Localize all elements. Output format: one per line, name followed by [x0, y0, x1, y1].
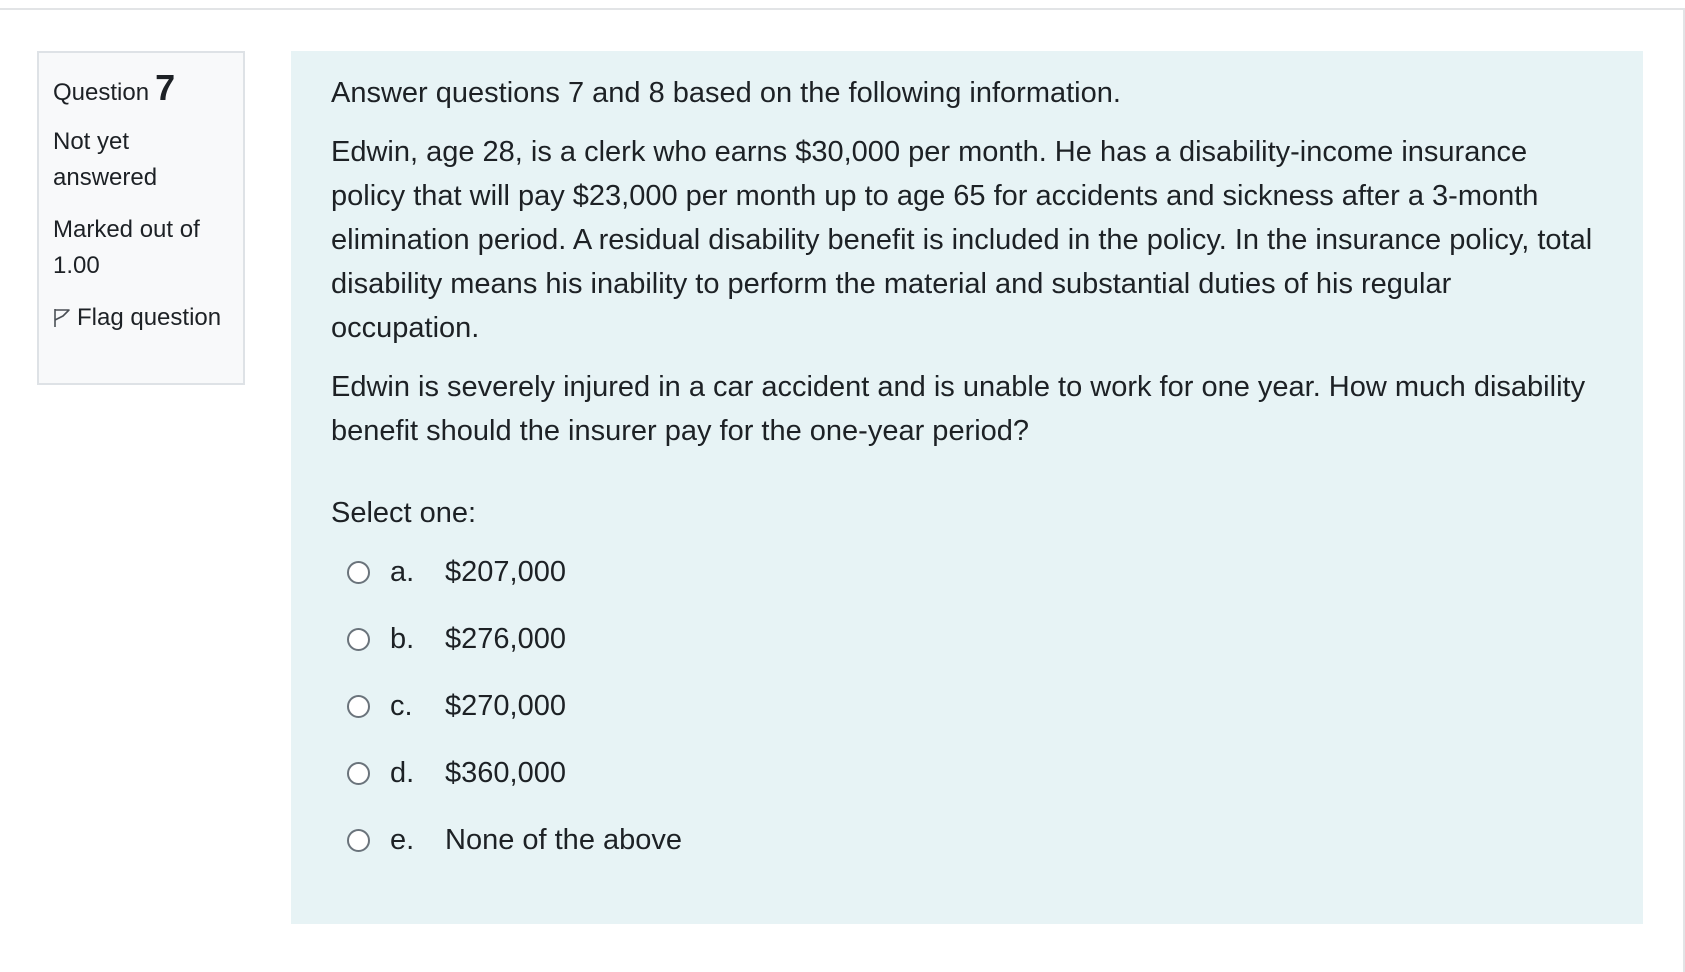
question-info-panel: Question 7 Not yet answered Marked out of…: [37, 51, 245, 385]
radio-button-b[interactable]: [347, 628, 370, 651]
question-number-heading: Question 7: [53, 65, 229, 112]
radio-button-c[interactable]: [347, 695, 370, 718]
answer-options: a. $207,000 b. $276,000 c. $270,000 d. $…: [331, 539, 1603, 874]
top-divider: [0, 8, 1685, 10]
question-label: Question: [53, 79, 150, 106]
option-text[interactable]: $270,000: [445, 690, 566, 723]
select-one-prompt: Select one:: [331, 497, 477, 529]
radio-button-a[interactable]: [347, 561, 370, 584]
option-text[interactable]: None of the above: [445, 824, 682, 857]
option-letter: d.: [390, 757, 415, 789]
answer-option-d[interactable]: d. $360,000: [331, 740, 1603, 807]
option-letter: c.: [390, 690, 413, 722]
option-letter: b.: [390, 623, 415, 655]
question-state: Not yet answered: [53, 127, 158, 191]
question-grade: Marked out of 1.00: [53, 215, 200, 279]
question-number: 7: [155, 67, 176, 108]
question-prompt-text: Edwin is severely injured in a car accid…: [331, 371, 1586, 447]
flag-icon: [53, 303, 71, 339]
option-text[interactable]: $360,000: [445, 757, 566, 790]
question-text: Answer questions 7 and 8 based on the fo…: [331, 71, 1603, 453]
answer-option-c[interactable]: c. $270,000: [331, 673, 1603, 740]
question-scenario: Edwin, age 28, is a clerk who earns $30,…: [331, 136, 1593, 344]
answer-option-b[interactable]: b. $276,000: [331, 606, 1603, 673]
option-letter: a.: [390, 556, 415, 588]
option-text[interactable]: $276,000: [445, 623, 566, 656]
radio-button-d[interactable]: [347, 762, 370, 785]
flag-question-toggle[interactable]: Flag question: [53, 300, 229, 339]
radio-button-e[interactable]: [347, 829, 370, 852]
option-text[interactable]: $207,000: [445, 556, 566, 589]
answer-option-e[interactable]: e. None of the above: [331, 807, 1603, 874]
answer-option-a[interactable]: a. $207,000: [331, 539, 1603, 606]
question-intro: Answer questions 7 and 8 based on the fo…: [331, 77, 1121, 109]
option-letter: e.: [390, 824, 415, 856]
question-formulation: Answer questions 7 and 8 based on the fo…: [291, 51, 1643, 924]
flag-question-label: Flag question: [77, 303, 222, 331]
